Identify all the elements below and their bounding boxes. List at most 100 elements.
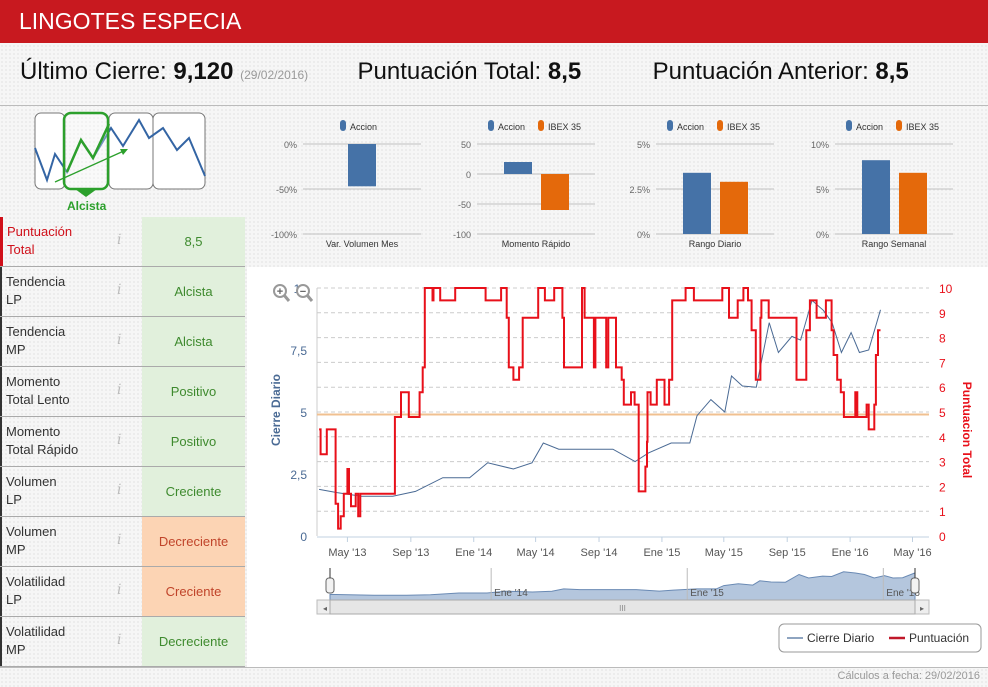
criteria-label-line1: Volatilidad bbox=[6, 624, 66, 639]
criteria-label-line2: LP bbox=[6, 592, 22, 607]
left-y-tick: 0 bbox=[300, 530, 307, 544]
criteria-label-line1: Momento bbox=[6, 424, 61, 439]
previous-score-label: Puntuación Anterior: bbox=[652, 58, 869, 85]
y-tick-label: 0% bbox=[637, 230, 650, 240]
criteria-row: Volatilidad LP i Creciente bbox=[0, 567, 245, 617]
criteria-value: Positivo bbox=[142, 417, 245, 466]
left-axis-title: Cierre Diario bbox=[269, 374, 283, 446]
navigator-tick-label: Ene '14 bbox=[494, 588, 528, 599]
scroll-right-icon[interactable]: ▸ bbox=[920, 604, 924, 613]
total-score-label: Puntuación Total: bbox=[357, 58, 542, 85]
last-close-value: 9,120 bbox=[173, 58, 234, 85]
legend-label: Accion bbox=[856, 122, 883, 132]
indicator-charts: 0% -50% -100% Accion Var. Volumen Mes 50 0 -50 -… bbox=[271, 120, 953, 249]
y-tick-label: 5% bbox=[816, 185, 829, 195]
info-icon[interactable]: i bbox=[117, 382, 121, 398]
navigator-handle-left[interactable] bbox=[325, 577, 335, 594]
criteria-label-line2: MP bbox=[6, 542, 26, 557]
right-y-tick: 3 bbox=[939, 456, 946, 470]
criteria-label-line1: Momento bbox=[6, 374, 61, 389]
scroll-left-icon[interactable]: ◂ bbox=[323, 604, 327, 613]
y-tick-label: 50 bbox=[461, 140, 471, 150]
mini-chart-2: 5% 2.5% 0% Accion IBEX 35 Rango Diario bbox=[629, 120, 774, 249]
page-header: LINGOTES ESPECIA bbox=[0, 0, 988, 43]
legend-label: IBEX 35 bbox=[548, 122, 581, 132]
summary-stats: Último Cierre: 9,120 (29/02/2016) Puntua… bbox=[20, 58, 909, 86]
right-y-tick: 1 bbox=[939, 505, 946, 519]
handle bbox=[282, 294, 291, 302]
info-icon[interactable]: i bbox=[117, 482, 121, 498]
mini-chart-0: 0% -50% -100% Accion Var. Volumen Mes bbox=[271, 120, 421, 249]
criteria-value: 8,5 bbox=[142, 217, 245, 266]
info-icon[interactable]: i bbox=[117, 632, 121, 648]
criteria-label-line2: LP bbox=[6, 292, 22, 307]
info-icon[interactable]: i bbox=[117, 532, 121, 548]
y-tick-label: -50 bbox=[458, 200, 471, 210]
left-y-tick: 7,5 bbox=[290, 344, 307, 358]
criteria-value: Positivo bbox=[142, 367, 245, 416]
trend-label: Alcista bbox=[67, 199, 107, 213]
legend-label: IBEX 35 bbox=[906, 122, 939, 132]
pointer-icon bbox=[75, 189, 97, 197]
legend-item-cierre: Cierre Diario bbox=[807, 631, 875, 645]
y-tick-label: 0% bbox=[816, 230, 829, 240]
chart-title: Rango Semanal bbox=[862, 239, 927, 249]
criteria-label-line2: MP bbox=[6, 342, 26, 357]
legend-label: Accion bbox=[677, 122, 704, 132]
left-y-tick: 2,5 bbox=[290, 468, 307, 482]
info-icon[interactable]: i bbox=[117, 432, 121, 448]
criteria-label-line2: Total Lento bbox=[6, 392, 70, 407]
legend-marker bbox=[846, 120, 852, 131]
mini-chart-3: 10% 5% 0% Accion IBEX 35 Rango Semanal bbox=[811, 120, 953, 249]
right-y-tick: 5 bbox=[939, 406, 946, 420]
right-y-tick: 10 bbox=[939, 282, 953, 296]
glyph: − bbox=[300, 286, 306, 298]
x-tick-label: May '13 bbox=[328, 547, 366, 559]
criteria-label-line1: Tendencia bbox=[6, 324, 66, 339]
legend-marker bbox=[717, 120, 723, 131]
chart-title: Rango Diario bbox=[689, 239, 742, 249]
y-tick-label: 0 bbox=[466, 170, 471, 180]
x-tick-label: May '14 bbox=[517, 547, 555, 559]
legend-marker bbox=[896, 120, 902, 131]
right-y-tick: 2 bbox=[939, 480, 946, 494]
zoom-out-icon[interactable]: − bbox=[296, 284, 314, 302]
right-y-tick: 7 bbox=[939, 356, 946, 370]
bar-ibex-35 bbox=[899, 172, 927, 234]
bar-accion bbox=[862, 160, 890, 234]
chart-legend: Cierre Diario Puntuación bbox=[778, 623, 982, 653]
chart-title: Momento Rápido bbox=[502, 239, 571, 249]
last-close-label: Último Cierre: bbox=[20, 58, 167, 85]
zoom-in-icon[interactable]: + bbox=[273, 284, 291, 302]
info-icon[interactable]: i bbox=[117, 282, 121, 298]
bar-ibex-35 bbox=[720, 181, 748, 234]
criteria-value: Creciente bbox=[142, 467, 245, 516]
info-icon[interactable]: i bbox=[117, 332, 121, 348]
navigator-handle-right[interactable] bbox=[910, 577, 920, 594]
criteria-row: Momento Total Lento i Positivo bbox=[0, 367, 245, 417]
y-tick-label: 2.5% bbox=[629, 185, 650, 195]
price-score-chart: 01234567891002,557,510May '13Sep '13Ene … bbox=[269, 282, 982, 653]
criteria-value: Alcista bbox=[142, 267, 245, 316]
criteria-value: Alcista bbox=[142, 317, 245, 366]
calc-date: Cálculos a fecha: 29/02/2016 bbox=[837, 670, 981, 682]
divider bbox=[0, 105, 988, 106]
last-close-date: (29/02/2016) bbox=[240, 68, 309, 82]
criteria-label-line1: Tendencia bbox=[6, 274, 66, 289]
left-y-tick: 5 bbox=[300, 406, 307, 420]
criteria-label-line1: Volatilidad bbox=[6, 574, 66, 589]
divider bbox=[0, 667, 988, 668]
total-score-value: 8,5 bbox=[547, 58, 582, 85]
info-icon[interactable]: i bbox=[117, 232, 121, 248]
legend-marker bbox=[340, 120, 346, 131]
legend-item-puntuacion: Puntuación bbox=[909, 631, 969, 645]
y-tick-label: 10% bbox=[811, 140, 829, 150]
y-tick-label: -100% bbox=[271, 230, 297, 240]
x-tick-label: May '16 bbox=[893, 547, 931, 559]
info-icon[interactable]: i bbox=[117, 582, 121, 598]
legend-marker bbox=[488, 120, 494, 131]
right-y-tick: 0 bbox=[939, 530, 946, 544]
x-tick-label: Ene '14 bbox=[455, 547, 492, 559]
criteria-row: Volumen MP i Decreciente bbox=[0, 517, 245, 567]
navigator-tick-label: Ene '15 bbox=[690, 588, 724, 599]
